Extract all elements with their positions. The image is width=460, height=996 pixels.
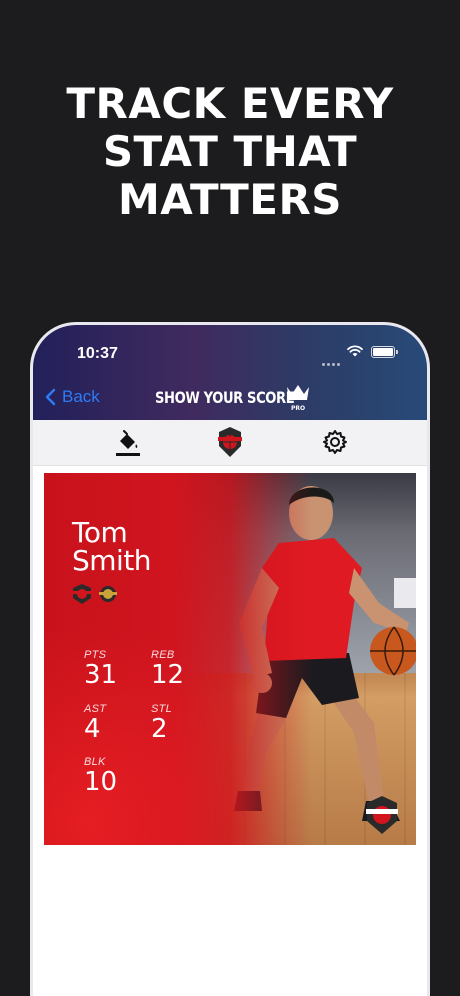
phone-frame: 10:37 Back SHOW YOUR SCORE PRO Tom Smith… bbox=[30, 322, 430, 996]
editor-toolbar bbox=[33, 420, 427, 466]
headline-line-3: MATTERS bbox=[117, 175, 343, 224]
gear-icon[interactable] bbox=[322, 429, 348, 455]
stat-points[interactable]: PTS 31 bbox=[84, 649, 117, 689]
stat-blocks-value: 10 bbox=[84, 767, 118, 797]
battery-icon bbox=[371, 346, 398, 358]
stat-rebounds-value: 12 bbox=[151, 660, 185, 690]
stat-steals-label: STL bbox=[151, 703, 173, 715]
headline-line-2: STAT THAT bbox=[102, 127, 358, 176]
back-button[interactable]: Back bbox=[45, 387, 100, 407]
stat-assists[interactable]: AST 4 bbox=[84, 703, 106, 743]
player-last-name: Smith bbox=[72, 544, 152, 577]
home-team-logo-icon[interactable] bbox=[72, 583, 92, 605]
wifi-icon bbox=[347, 345, 363, 357]
stat-assists-label: AST bbox=[84, 703, 107, 715]
paint-bucket-icon[interactable] bbox=[115, 429, 141, 457]
chevron-left-icon bbox=[45, 388, 56, 406]
nav-title: SHOW YOUR SCORE bbox=[155, 388, 295, 407]
basketball-watermark-icon bbox=[366, 796, 398, 834]
player-first-name: Tom bbox=[72, 516, 128, 549]
stat-rebounds[interactable]: REB 12 bbox=[151, 649, 184, 689]
headline-line-1: TRACK EVERY bbox=[66, 79, 394, 128]
score-card: Tom Smith PTS 31 REB 12 AST 4 STL 2 BLK … bbox=[44, 473, 416, 845]
stat-rebounds-label: REB bbox=[151, 649, 175, 661]
stat-blocks[interactable]: BLK 10 bbox=[84, 756, 117, 796]
back-label: Back bbox=[62, 387, 100, 406]
stat-steals-value: 2 bbox=[151, 714, 168, 744]
pro-badge: PRO bbox=[291, 405, 306, 412]
basketball-logo-icon[interactable] bbox=[217, 426, 243, 458]
signal-icon bbox=[322, 351, 342, 370]
status-time: 10:37 bbox=[77, 345, 118, 362]
header-bar: 10:37 Back SHOW YOUR SCORE PRO bbox=[33, 325, 427, 420]
headline: TRACK EVERY STAT THAT MATTERS bbox=[0, 80, 460, 224]
team-logos bbox=[72, 583, 118, 605]
away-team-logo-icon[interactable] bbox=[98, 583, 118, 605]
stat-points-value: 31 bbox=[84, 660, 118, 690]
stat-blocks-label: BLK bbox=[84, 756, 106, 768]
stat-points-label: PTS bbox=[84, 649, 107, 661]
stat-assists-value: 4 bbox=[84, 714, 101, 744]
stat-steals[interactable]: STL 2 bbox=[151, 703, 172, 743]
player-name[interactable]: Tom Smith bbox=[72, 516, 152, 577]
crown-icon[interactable] bbox=[285, 383, 311, 403]
